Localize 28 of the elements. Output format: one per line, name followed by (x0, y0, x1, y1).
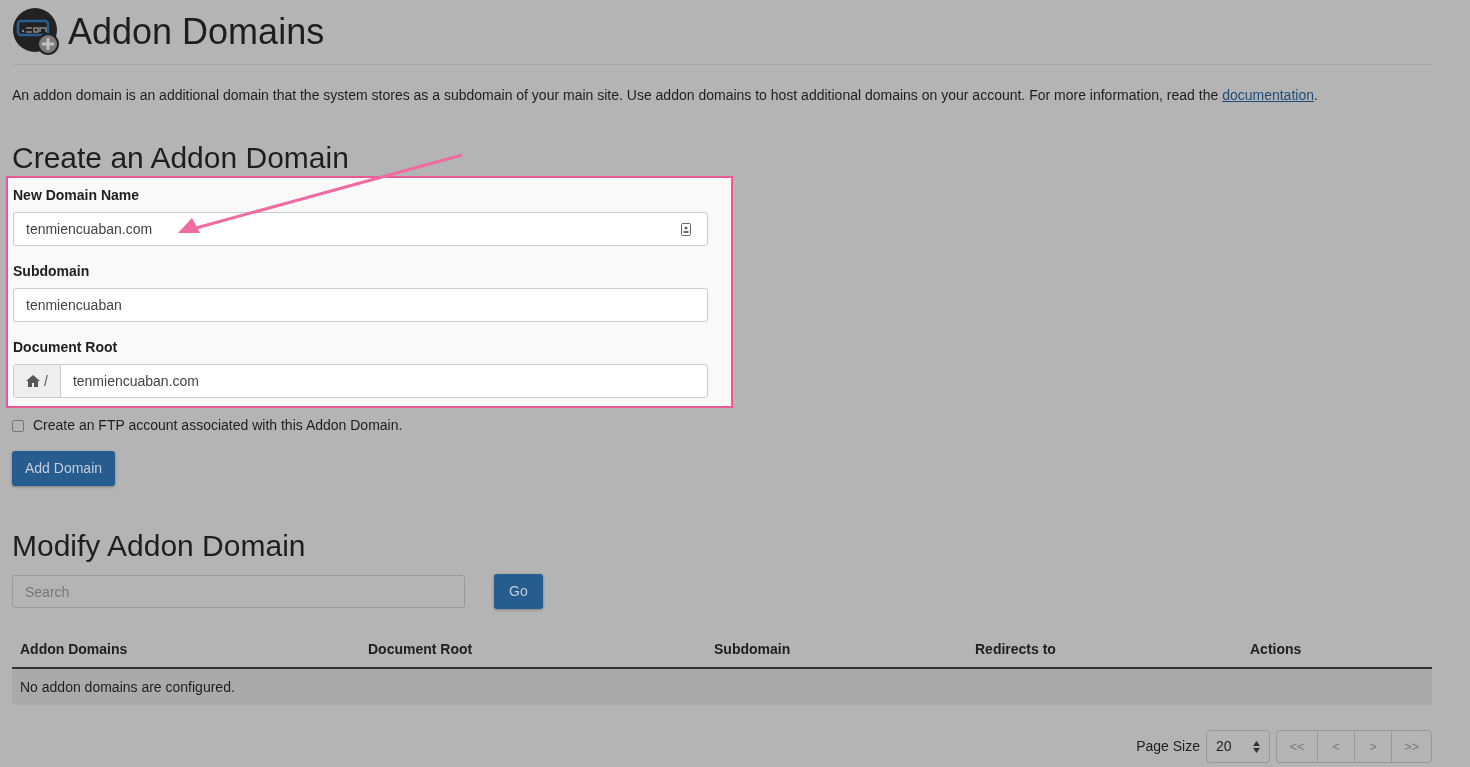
add-domain-button[interactable]: Add Domain (12, 451, 116, 486)
field-label: New Domain Name (13, 186, 141, 205)
text-field[interactable]: tenmiencuaban.com (13, 212, 708, 246)
field-label: Document Root (13, 338, 119, 357)
column-header: Document Root (367, 640, 474, 659)
go-button[interactable]: Go (494, 574, 543, 609)
checkbox-label: Create an FTP account associated with this Addon Domain. (33, 416, 403, 435)
page-title: Addon Domains (68, 10, 325, 54)
domain-add-icon (12, 8, 60, 56)
contact-card-icon (681, 222, 691, 236)
column-header: Subdomain (713, 640, 792, 659)
document-root-field[interactable]: / tenmiencuaban.com (13, 364, 708, 398)
page-size-label: Page Size (1136, 737, 1200, 756)
column-header: Redirects to (974, 640, 1057, 659)
field-label: Subdomain (13, 262, 91, 281)
sort-arrows-icon (1253, 740, 1260, 753)
column-header: Actions (1249, 640, 1303, 659)
page-size-select[interactable]: 20 (1206, 730, 1270, 763)
section-heading: Modify Addon Domain (12, 528, 307, 564)
column-header: Addon Domains (19, 640, 129, 659)
checkbox[interactable] (12, 419, 24, 432)
search-field[interactable]: Search (12, 575, 465, 608)
documentation-link[interactable]: documentation (1222, 87, 1314, 103)
section-heading: Create an Addon Domain (12, 140, 350, 176)
empty-message: No addon domains are configured. (20, 677, 235, 697)
description-text: An addon domain is an additional domain that the system stores as a subdomain of your main site. Use addon domains to host additional domains on your account. For more information, read the documentation. (12, 86, 1319, 105)
text-field[interactable]: tenmiencuaban (13, 288, 708, 322)
home-icon (26, 375, 40, 387)
